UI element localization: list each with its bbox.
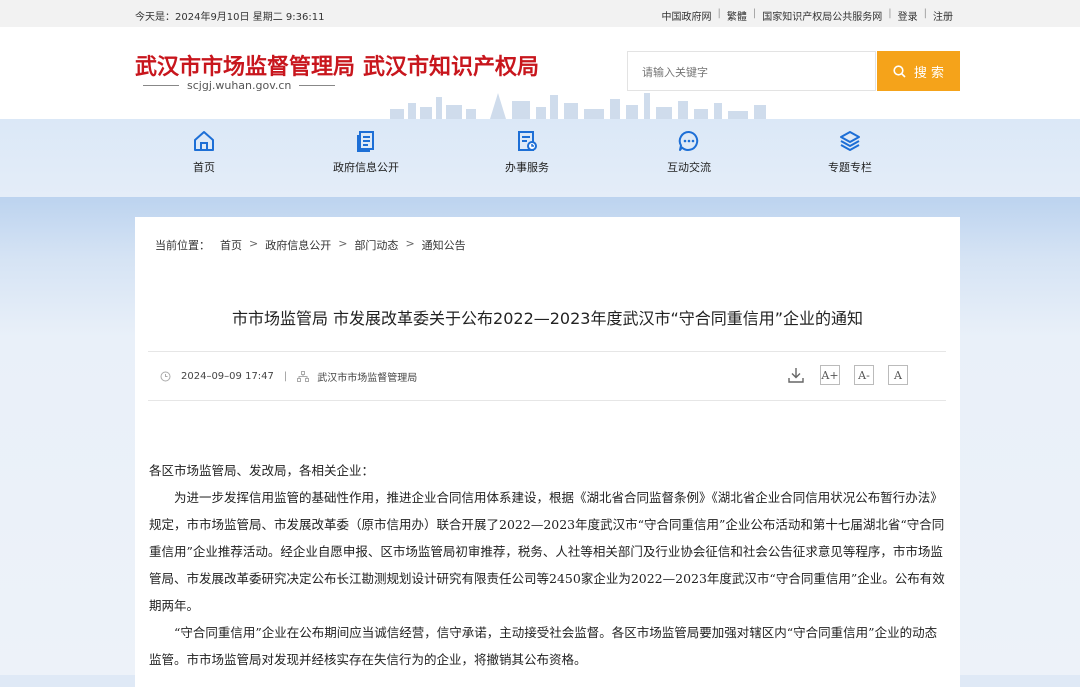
home-icon [194,131,214,151]
article-paragraph: 为进一步发挥信用监管的基础性作用，推进企业合同信用体系建设，根据《湖北省合同监督… [149,490,945,613]
site-logo[interactable]: 武汉市市场监督管理局 武汉市知识产权局 [135,49,539,81]
article-salutation: 各区市场监管局、发改局，各相关企业： [149,463,375,478]
font-decrease-button[interactable]: A- [854,365,874,385]
separator: | [752,8,757,19]
breadcrumb-separator: > [338,237,348,250]
nav-services[interactable]: 办事服务 [472,129,582,175]
nav-services-label: 办事服务 [505,161,549,174]
nav-gov-info[interactable]: 政府信息公开 [311,129,421,175]
breadcrumb-separator: > [249,237,259,250]
article-paragraph: “守合同重信用”企业在公布期间应当诚信经营，信守承诺，主动接受社会监督。各区市场… [149,625,938,667]
divider [299,85,336,86]
service-icon [518,131,537,151]
separator: | [923,8,927,19]
nav-topics-label: 专题专栏 [828,161,872,174]
article-tools: A+ A- A [772,365,908,385]
divider [148,351,946,352]
org-icon [297,371,310,382]
city-skyline-icon [390,93,766,119]
article-body: 各区市场监管局、发改局，各相关企业： 为进一步发挥信用监管的基础性作用，推进企业… [149,457,946,673]
nav-interaction-label: 互动交流 [667,161,711,174]
chat-icon [678,130,699,151]
search-button[interactable]: 搜 索 [877,51,960,91]
link-traditional[interactable]: 繁體 [727,8,747,23]
nav-interaction[interactable]: 互动交流 [634,129,744,175]
login-link[interactable]: 登录 [898,8,918,23]
logo-name-market: 武汉市市场监督管理局 [135,55,356,80]
font-default-button[interactable]: A [888,365,908,385]
download-icon [788,368,804,383]
search-input[interactable] [628,52,864,92]
search-box [627,51,876,92]
nav-topics[interactable]: 专题专栏 [795,129,905,175]
breadcrumb-home[interactable]: 首页 [220,237,242,253]
article-card: 当前位置： 首页 > 政府信息公开 > 部门动态 > 通知公告 市市场监管局 市… [135,217,960,687]
breadcrumb: 当前位置： 首页 > 政府信息公开 > 部门动态 > 通知公告 [155,237,466,253]
clock-icon [160,371,171,382]
breadcrumb-gov-info[interactable]: 政府信息公开 [265,237,331,253]
separator: | [888,8,892,19]
layers-icon [840,131,860,151]
font-increase-button[interactable]: A+ [820,365,840,385]
nav-home-label: 首页 [193,161,215,174]
top-bar: 今天是：2024年9月10日 星期二 9:36:11 中国政府网 | 繁體 | … [0,0,1080,27]
logo-domain: scjgj.wuhan.gov.cn [135,79,343,92]
article-date: 2024–09–09 17:47 [181,371,274,382]
link-gov-cn[interactable]: 中国政府网 [662,8,712,23]
current-date: 今天是：2024年9月10日 星期二 9:36:11 [135,12,325,23]
article-title: 市市场监管局 市发展改革委关于公布2022—2023年度武汉市“守合同重信用”企… [231,309,864,328]
breadcrumb-label: 当前位置： [155,239,210,252]
search-button-label: 搜 索 [913,65,945,81]
nav-gov-info-label: 政府信息公开 [333,161,399,174]
logo-domain-text: scjgj.wuhan.gov.cn [187,79,292,92]
separator: | [283,371,288,382]
download-button[interactable] [786,365,806,385]
breadcrumb-separator: > [405,237,415,250]
article-meta: 2024–09–09 17:47 | 武汉市市场监督管理局 [160,369,417,384]
article-source: 武汉市市场监督管理局 [317,373,418,384]
breadcrumb-notices[interactable]: 通知公告 [422,237,466,253]
top-links: 中国政府网 | 繁體 | 国家知识产权局公共服务网 | 登录 | 注册 [662,8,954,23]
nav-home[interactable]: 首页 [149,129,259,175]
breadcrumb-dept-news[interactable]: 部门动态 [354,237,398,253]
register-link[interactable]: 注册 [933,8,953,23]
separator: | [717,8,721,19]
divider [143,85,179,86]
divider [148,400,946,401]
main-nav: 首页 政府信息公开 办事服务 互动交流 专题专栏 [0,119,1080,197]
link-ip-service[interactable]: 国家知识产权局公共服务网 [762,8,882,23]
document-icon [357,131,374,152]
site-header: 武汉市市场监督管理局 武汉市知识产权局 scjgj.wuhan.gov.cn 请… [0,27,1080,119]
search-icon [893,64,906,78]
logo-name-ip: 武汉市知识产权局 [363,55,540,80]
